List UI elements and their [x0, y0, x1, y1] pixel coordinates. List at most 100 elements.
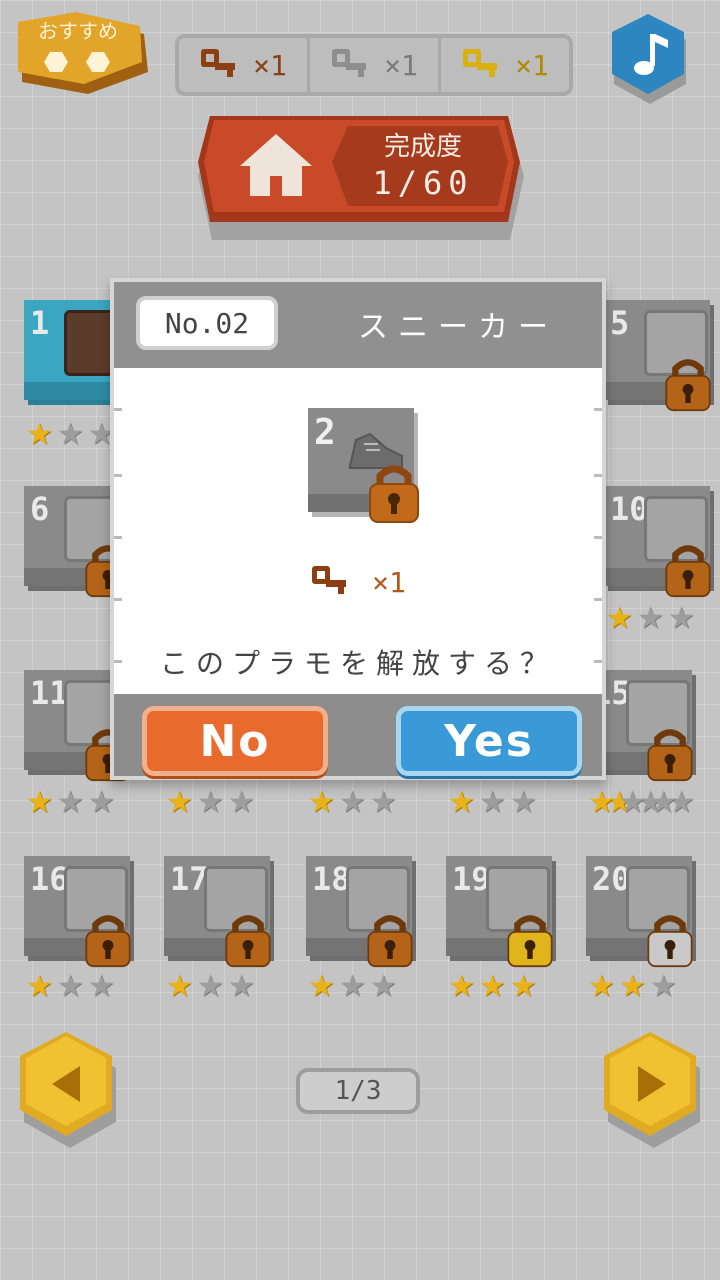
tile-stars: ★ ★ ★	[166, 788, 255, 818]
star-filled-icon: ★	[308, 969, 335, 1004]
dialog-header: No.02 スニーカー	[114, 282, 602, 368]
silver-key-slot: ×1	[310, 38, 441, 92]
star-filled-icon: ★	[509, 969, 537, 1004]
star-empty-icon: ★	[618, 785, 646, 820]
star-filled-icon: ★	[448, 969, 475, 1004]
dialog-title: スニーカー	[358, 310, 558, 345]
yes-button[interactable]: Yes	[396, 706, 582, 776]
lock-icon	[665, 359, 711, 412]
level-tile[interactable]: 5	[604, 300, 711, 412]
dialog-body: 2 ×1 このプラモを解放する？	[114, 368, 602, 694]
divider-tick	[594, 474, 602, 477]
star-filled-icon: ★	[606, 601, 633, 636]
tile-number: 1	[30, 304, 50, 342]
level-tile[interactable]: 16	[24, 856, 131, 968]
star-empty-icon: ★	[509, 785, 537, 820]
star-filled-icon: ★	[448, 785, 475, 820]
star-empty-icon: ★	[369, 969, 397, 1004]
star-empty-icon: ★	[338, 785, 366, 820]
level-tile[interactable]: 18	[306, 856, 413, 968]
level-tile[interactable]: 10	[604, 486, 711, 598]
lock-icon	[225, 915, 271, 968]
star-empty-icon: ★	[56, 417, 84, 452]
star-filled-icon: ★	[26, 969, 53, 1004]
star-empty-icon: ★	[478, 785, 506, 820]
item-preview: 2	[308, 408, 419, 523]
divider-tick	[594, 536, 602, 539]
star-empty-icon: ★	[667, 601, 695, 636]
star-filled-icon: ★	[588, 785, 615, 820]
divider-tick	[114, 408, 122, 411]
star-filled-icon: ★	[308, 785, 335, 820]
tile-number: 20	[592, 860, 631, 898]
gold-key-slot: ×1	[441, 38, 569, 92]
tile-number: 17	[170, 860, 209, 898]
tile-stars: ★ ★ ★	[26, 420, 115, 450]
recommend-label: おすすめ	[38, 19, 118, 43]
star-empty-icon: ★	[338, 969, 366, 1004]
bronze-key-icon	[201, 49, 236, 77]
star-empty-icon: ★	[87, 969, 115, 1004]
lock-icon	[369, 465, 419, 523]
tile-stars: ★ ★ ★	[26, 972, 115, 1002]
tile-stars: ★ ★ ★	[308, 788, 397, 818]
prev-page-button[interactable]	[14, 1030, 124, 1150]
tile-stars: ★ ★ ★	[588, 972, 677, 1002]
lock-icon	[85, 915, 131, 968]
home-banner[interactable]: 完成度 1/60	[198, 112, 524, 244]
page-indicator: 1/3	[296, 1068, 420, 1114]
triangle-left-icon	[20, 1032, 116, 1148]
bronze-key-slot: ×1	[179, 38, 310, 92]
divider-tick	[114, 536, 122, 539]
star-empty-icon: ★	[649, 785, 677, 820]
tile-number: 19	[452, 860, 491, 898]
lock-icon	[665, 545, 711, 598]
home-icon	[240, 134, 312, 196]
bronze-key-icon	[312, 566, 347, 594]
tile-stars: ★ ★ ★	[166, 972, 255, 1002]
music-button[interactable]	[606, 12, 692, 108]
tile-stars: ★ ★ ★	[606, 604, 695, 634]
unlock-question: このプラモを解放する？	[159, 647, 556, 680]
level-tile[interactable]: 19	[446, 856, 553, 968]
cost-count: ×1	[372, 565, 406, 599]
lock-icon	[647, 729, 693, 782]
tile-number: 18	[312, 860, 351, 898]
tile-stars: ★ ★ ★	[26, 788, 115, 818]
preview-number: 2	[314, 412, 336, 453]
lock-icon	[647, 915, 693, 968]
star-empty-icon: ★	[369, 785, 397, 820]
silver-key-icon	[332, 49, 367, 77]
unlock-cost: ×1	[114, 564, 602, 600]
bronze-key-count: ×1	[253, 48, 287, 82]
tile-number: 16	[30, 860, 69, 898]
tile-stars: ★ ★ ★	[448, 972, 537, 1002]
tile-number: 6	[30, 490, 50, 528]
star-filled-icon: ★	[478, 969, 506, 1004]
unlock-dialog: No.02 スニーカー 2 ×1 このプラモを解放する？ No Yes	[110, 278, 606, 780]
level-tile[interactable]: 17	[164, 856, 271, 968]
next-page-button[interactable]	[598, 1030, 708, 1150]
gold-key-icon	[463, 49, 498, 77]
level-tile[interactable]: 20	[586, 856, 693, 968]
star-filled-icon: ★	[26, 785, 53, 820]
star-filled-icon: ★	[166, 969, 193, 1004]
star-empty-icon: ★	[87, 785, 115, 820]
silver-key-count: ×1	[384, 48, 418, 82]
recommend-button[interactable]: おすすめ	[8, 12, 154, 108]
lock-icon	[367, 915, 413, 968]
tile-number: 11	[30, 674, 69, 712]
completion-label: 完成度	[383, 132, 462, 162]
star-empty-icon: ★	[196, 785, 224, 820]
completion-value: 1/60	[372, 164, 474, 202]
divider-tick	[114, 474, 122, 477]
tile-number: 10	[610, 490, 649, 528]
star-empty-icon: ★	[227, 969, 255, 1004]
no-button[interactable]: No	[142, 706, 328, 776]
divider-tick	[594, 408, 602, 411]
star-empty-icon: ★	[636, 601, 664, 636]
star-filled-icon: ★	[618, 969, 646, 1004]
star-empty-icon: ★	[227, 785, 255, 820]
star-filled-icon: ★	[26, 417, 53, 452]
tile-stars: ★ ★ ★	[448, 788, 537, 818]
